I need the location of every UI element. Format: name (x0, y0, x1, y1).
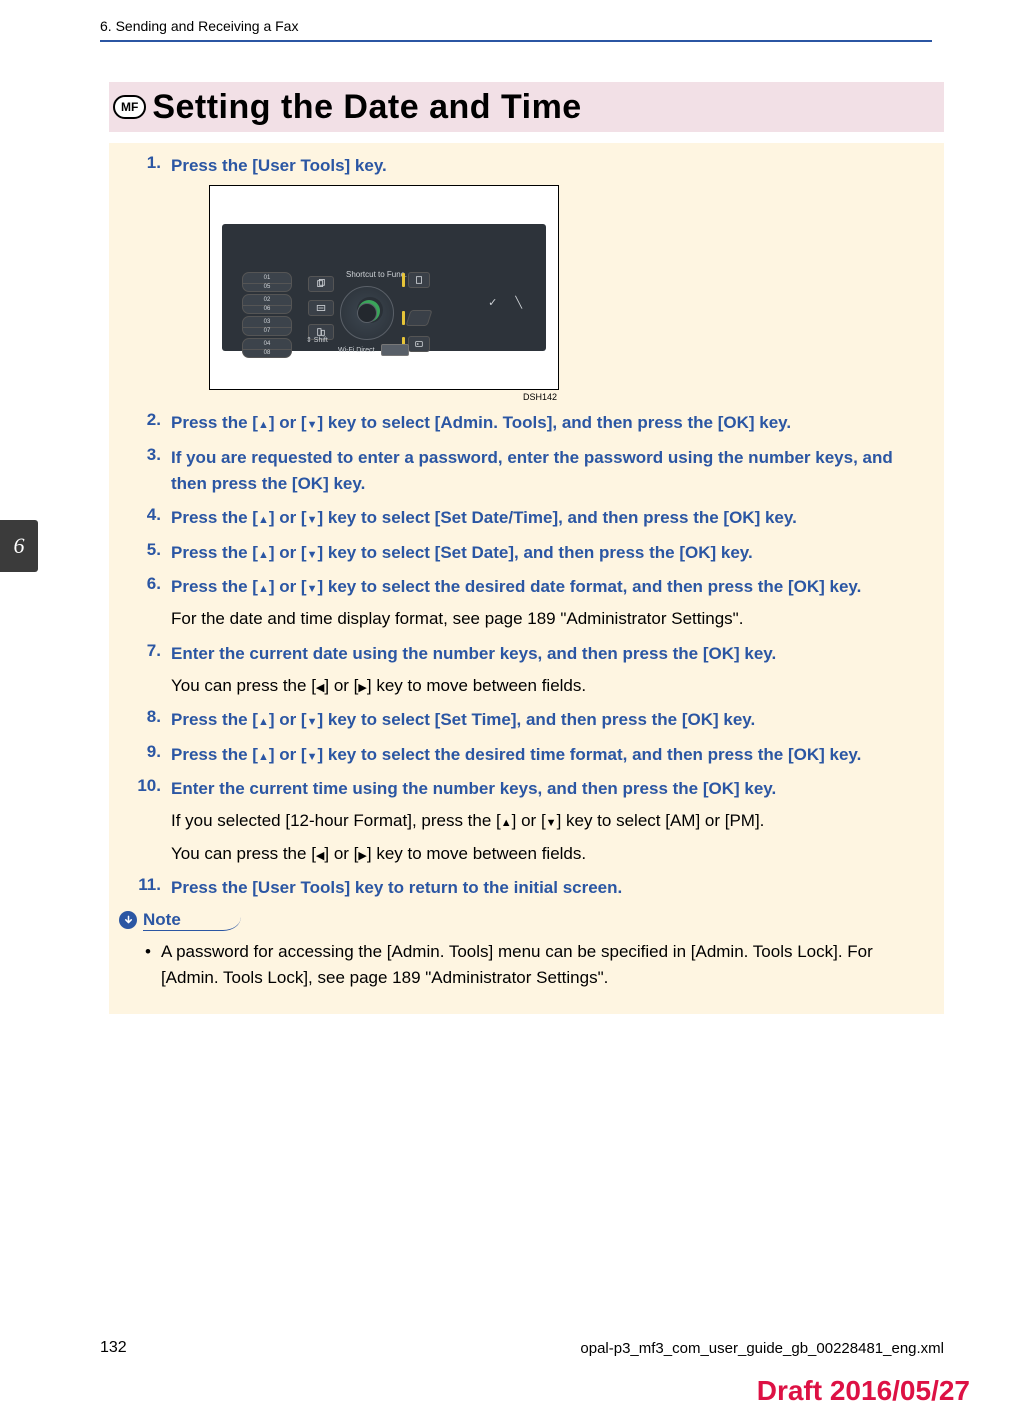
figure-code: DSH142 (209, 392, 559, 402)
shift-label: ⇕ Shift (306, 336, 328, 344)
page-heading: MF Setting the Date and Time (109, 82, 944, 132)
step-main-text: Press the [User Tools] key. (171, 153, 920, 179)
note-label: Note (143, 910, 241, 931)
chapter-header: 6. Sending and Receiving a Fax (100, 18, 932, 42)
note-text: A password for accessing the [Admin. Too… (161, 939, 920, 992)
step-main-text: Press the [▲] or [▼] key to select the d… (171, 742, 920, 768)
content-box: Press the [User Tools] key. 010502060307… (109, 143, 944, 1014)
mf-badge: MF (113, 95, 146, 119)
copy-icon (308, 276, 334, 292)
draft-stamp: Draft 2016/05/27 (757, 1375, 970, 1407)
right-buttons (402, 272, 430, 352)
step-item: Press the [▲] or [▼] key to select [Admi… (133, 410, 920, 436)
step-main-text: Press the [▲] or [▼] key to select the d… (171, 574, 920, 600)
user-tools-key (340, 286, 394, 340)
quick-dial-keys: 0105020603070408 (242, 272, 292, 358)
step-item: Press the [▲] or [▼] key to select the d… (133, 574, 920, 633)
note-arrow-icon (119, 911, 137, 929)
note-items: •A password for accessing the [Admin. To… (133, 939, 920, 992)
step-sub-text: If you selected [12-hour Format], press … (171, 808, 920, 834)
section-tab: 6 (0, 520, 38, 572)
step-item: Press the [▲] or [▼] key to select the d… (133, 742, 920, 768)
step-sub-text: You can press the [◀] or [▶] key to move… (171, 841, 920, 867)
step-item: Enter the current date using the number … (133, 641, 920, 700)
step-sub-text: For the date and time display format, se… (171, 606, 920, 632)
step-main-text: If you are requested to enter a password… (171, 445, 920, 498)
step-main-text: Press the [▲] or [▼] key to select [Set … (171, 707, 920, 733)
note-header: Note (119, 910, 920, 931)
note-bullet: •A password for accessing the [Admin. To… (133, 939, 920, 992)
step-item: Press the [User Tools] key. 010502060307… (133, 153, 920, 402)
id-copy-icon (408, 336, 430, 352)
step-item: Press the [User Tools] key to return to … (133, 875, 920, 901)
step-main-text: Press the [▲] or [▼] key to select [Set … (171, 540, 920, 566)
mode-buttons (308, 276, 334, 340)
control-panel-illustration: 0105020603070408 ⇕ Shift (209, 185, 559, 402)
doc-icon (408, 272, 430, 288)
step-sub-text: You can press the [◀] or [▶] key to move… (171, 673, 920, 699)
shortcut-label: Shortcut to Func. (346, 270, 407, 279)
step-item: Press the [▲] or [▼] key to select [Set … (133, 505, 920, 531)
step-main-text: Press the [▲] or [▼] key to select [Admi… (171, 410, 920, 436)
step-item: Press the [▲] or [▼] key to select [Set … (133, 540, 920, 566)
step-item: If you are requested to enter a password… (133, 445, 920, 498)
bullet-dot-icon: • (145, 939, 151, 992)
wifi-direct-bar: Wi-Fi Direct (338, 344, 409, 356)
source-path: opal-p3_mf3_com_user_guide_gb_00228481_e… (580, 1340, 944, 1357)
step-item: Enter the current time using the number … (133, 776, 920, 867)
nav-checks: ✓╲ (488, 296, 528, 309)
step-main-text: Enter the current time using the number … (171, 776, 920, 802)
scan-icon (308, 300, 334, 316)
cancel-icon (405, 310, 432, 326)
step-item: Press the [▲] or [▼] key to select [Set … (133, 707, 920, 733)
page-number: 132 (100, 1339, 127, 1357)
page-title: Setting the Date and Time (152, 88, 581, 127)
step-main-text: Press the [User Tools] key to return to … (171, 875, 920, 901)
step-main-text: Press the [▲] or [▼] key to select [Set … (171, 505, 920, 531)
steps-list: Press the [User Tools] key. 010502060307… (133, 153, 920, 902)
step-main-text: Enter the current date using the number … (171, 641, 920, 667)
